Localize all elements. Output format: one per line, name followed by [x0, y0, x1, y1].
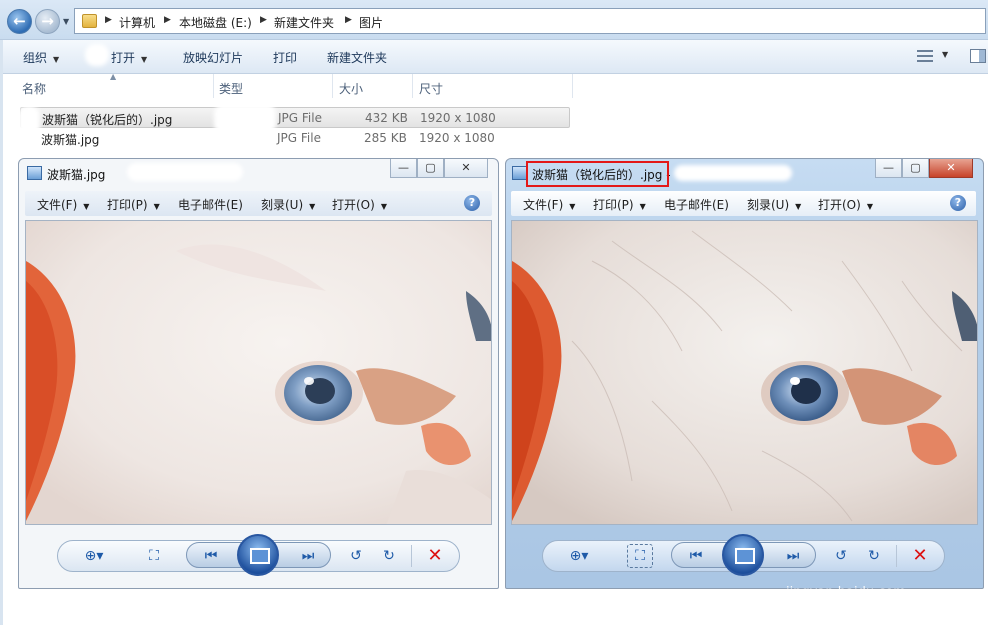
organize-button[interactable]: 组织 ▼: [23, 49, 59, 66]
minimize-button[interactable]: —: [390, 159, 417, 178]
column-name[interactable]: 名称: [22, 80, 46, 97]
redaction: [674, 165, 792, 181]
recent-pages-dropdown[interactable]: ▼: [63, 17, 71, 26]
photo-viewer-icon: [512, 166, 527, 180]
column-divider[interactable]: [572, 74, 573, 98]
column-divider[interactable]: [213, 74, 214, 98]
redaction: [127, 163, 243, 181]
breadcrumb-separator[interactable]: ▶: [164, 15, 171, 25]
window-controls: — ▢ ✕: [390, 159, 488, 179]
help-icon[interactable]: ?: [464, 195, 480, 211]
slideshow-button[interactable]: 放映幻灯片: [183, 49, 243, 66]
view-options-dropdown[interactable]: ▼: [942, 50, 948, 59]
minimize-button[interactable]: —: [875, 159, 902, 178]
previous-icon[interactable]: ⏮: [200, 547, 222, 565]
zoom-icon[interactable]: ⊕▾: [83, 547, 105, 565]
window-title: 波斯猫.jpg: [47, 168, 106, 182]
sort-ascending-icon: ▲: [110, 72, 117, 81]
file-type: JPG File: [278, 111, 322, 125]
file-name[interactable]: 波斯猫.jpg: [41, 131, 99, 148]
fit-to-window-icon[interactable]: ⛶: [629, 547, 651, 565]
column-dimensions[interactable]: 尺寸: [419, 80, 443, 97]
breadcrumb-computer[interactable]: 计算机: [119, 14, 155, 31]
menu-bar: 文件(F) ▼ 打印(P) ▼ 电子邮件(E) 刻录(U) ▼ 打开(O) ▼ ?: [511, 191, 976, 216]
breadcrumb-separator[interactable]: ▶: [105, 15, 112, 25]
back-button[interactable]: ←: [7, 9, 32, 34]
maximize-button[interactable]: ▢: [902, 159, 929, 178]
title-highlight-box: [526, 161, 669, 187]
open-button[interactable]: 打开 ▼: [111, 49, 147, 66]
column-type[interactable]: 类型: [219, 80, 243, 97]
menu-file[interactable]: 文件(F) ▼: [523, 196, 575, 213]
file-size: 285 KB: [364, 131, 407, 145]
menu-print[interactable]: 打印(P) ▼: [107, 196, 160, 213]
breadcrumb-separator[interactable]: ▶: [345, 15, 352, 25]
forward-button[interactable]: →: [35, 9, 60, 34]
column-divider[interactable]: [332, 74, 333, 98]
redaction: [214, 104, 276, 134]
next-icon[interactable]: ⏭: [297, 547, 319, 565]
change-view-icon[interactable]: [917, 50, 933, 62]
redaction: [85, 44, 109, 66]
preview-pane-icon[interactable]: [970, 49, 986, 63]
menu-open[interactable]: 打开(O) ▼: [332, 196, 387, 213]
address-field[interactable]: ▶ 计算机 ▶ 本地磁盘 (E:) ▶ 新建文件夹 ▶ 图片: [74, 8, 986, 34]
file-type: JPG File: [277, 131, 321, 145]
menu-open[interactable]: 打开(O) ▼: [818, 196, 873, 213]
window-controls: — ▢ ✕: [875, 159, 973, 179]
delete-icon[interactable]: ✕: [909, 547, 931, 565]
cat-photo-original: [25, 220, 492, 525]
menu-email[interactable]: 电子邮件(E): [664, 196, 729, 213]
column-size[interactable]: 大小: [339, 80, 363, 97]
close-button[interactable]: ✕: [444, 159, 488, 178]
menu-print[interactable]: 打印(P) ▼: [593, 196, 646, 213]
delete-icon[interactable]: ✕: [424, 547, 446, 565]
rotate-counterclockwise-icon[interactable]: ↺: [345, 547, 367, 565]
next-icon[interactable]: ⏭: [782, 547, 804, 565]
breadcrumb-pictures[interactable]: 图片: [359, 14, 383, 31]
new-folder-button[interactable]: 新建文件夹: [327, 49, 387, 66]
maximize-button[interactable]: ▢: [417, 159, 444, 178]
breadcrumb-new-folder[interactable]: 新建文件夹: [274, 14, 334, 31]
file-dimensions: 1920 x 1080: [420, 111, 496, 125]
column-divider[interactable]: [412, 74, 413, 98]
breadcrumb-separator[interactable]: ▶: [260, 15, 267, 25]
photo-viewer-original: 波斯猫.jpg — ▢ ✕ 文件(F) ▼ 打印(P) ▼ 电子邮件(E) 刻录(U…: [18, 158, 499, 589]
command-bar: 组织 ▼ 打开 ▼ 放映幻灯片 打印 新建文件夹 ▼: [0, 40, 988, 74]
address-bar: ← → ▼ ▶ 计算机 ▶ 本地磁盘 (E:) ▶ 新建文件夹 ▶ 图片: [0, 0, 988, 40]
menu-email[interactable]: 电子邮件(E): [178, 196, 243, 213]
menu-bar: 文件(F) ▼ 打印(P) ▼ 电子邮件(E) 刻录(U) ▼ 打开(O) ▼ ?: [25, 191, 492, 216]
file-size: 432 KB: [365, 111, 408, 125]
menu-burn[interactable]: 刻录(U) ▼: [261, 196, 315, 213]
divider: [896, 545, 897, 567]
file-row[interactable]: 波斯猫（锐化后的）.jpg JPG File 432 KB 1920 x 108…: [20, 107, 570, 128]
breadcrumb-local-disk[interactable]: 本地磁盘 (E:): [179, 14, 252, 31]
divider: [411, 545, 412, 567]
folder-icon: [82, 14, 97, 28]
rotate-clockwise-icon[interactable]: ↻: [863, 547, 885, 565]
file-name[interactable]: 波斯猫（锐化后的）.jpg: [42, 111, 172, 128]
photo-viewer-icon: [27, 166, 42, 180]
slideshow-icon[interactable]: [722, 534, 764, 576]
redaction: [18, 106, 40, 148]
window-edge: [0, 40, 3, 625]
file-dimensions: 1920 x 1080: [419, 131, 495, 145]
previous-icon[interactable]: ⏮: [685, 547, 707, 565]
watermark-url: jingyan.baidu.com: [786, 585, 906, 600]
photo-viewer-sharpened: 波斯猫（锐化后的）.jpg - — ▢ ✕ 文件(F) ▼ 打印(P) ▼ 电子邮件…: [505, 158, 984, 589]
rotate-clockwise-icon[interactable]: ↻: [378, 547, 400, 565]
close-button[interactable]: ✕: [929, 159, 973, 178]
print-button[interactable]: 打印: [273, 49, 297, 66]
file-row[interactable]: 波斯猫.jpg JPG File 285 KB 1920 x 1080: [20, 128, 570, 149]
rotate-counterclockwise-icon[interactable]: ↺: [830, 547, 852, 565]
menu-burn[interactable]: 刻录(U) ▼: [747, 196, 801, 213]
slideshow-icon[interactable]: [237, 534, 279, 576]
menu-file[interactable]: 文件(F) ▼: [37, 196, 89, 213]
help-icon[interactable]: ?: [950, 195, 966, 211]
cat-photo-sharpened: [511, 220, 978, 525]
fit-to-window-icon[interactable]: ⛶: [143, 547, 165, 565]
zoom-icon[interactable]: ⊕▾: [568, 547, 590, 565]
